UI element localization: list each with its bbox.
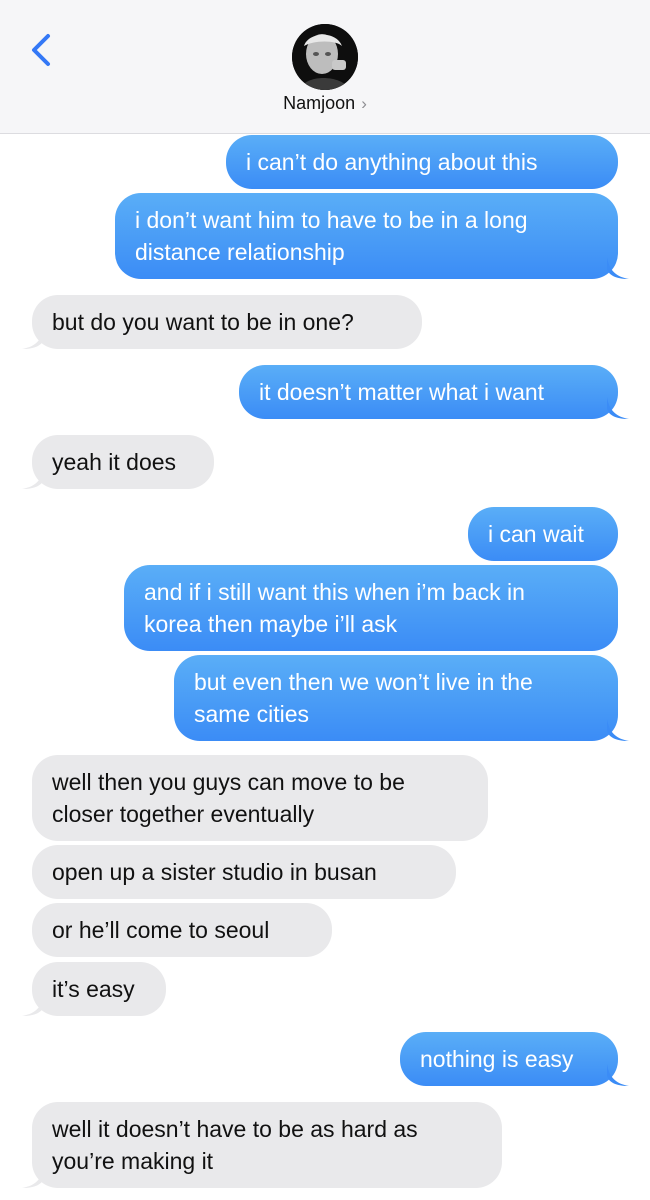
message-bubble[interactable]: it doesn’t matter what i want	[239, 365, 618, 419]
bubble-tail	[22, 994, 44, 1016]
bubble-tail	[22, 327, 44, 349]
message-thread[interactable]: i can’t do anything about this i don’t w…	[0, 133, 650, 1200]
message-bubble[interactable]: well it doesn’t have to be as hard as yo…	[32, 1102, 502, 1188]
bubble-tail	[22, 1166, 44, 1188]
message-bubble[interactable]: i can’t do anything about this	[226, 135, 618, 189]
back-button[interactable]	[24, 30, 60, 70]
bubble-tail	[607, 257, 629, 279]
message-bubble[interactable]: but do you want to be in one?	[32, 295, 422, 349]
bubble-tail	[607, 1064, 629, 1086]
message-bubble[interactable]: or he’ll come to seoul	[32, 903, 332, 957]
message-bubble[interactable]: and if i still want this when i’m back i…	[124, 565, 618, 651]
contact-avatar[interactable]	[292, 24, 358, 90]
message-bubble[interactable]: open up a sister studio in busan	[32, 845, 456, 899]
chevron-left-icon	[32, 34, 50, 66]
chevron-right-icon: ›	[361, 94, 367, 113]
contact-name: Namjoon	[283, 93, 356, 113]
message-bubble[interactable]: i can wait	[468, 507, 618, 561]
bubble-tail	[607, 397, 629, 419]
bubble-tail	[22, 467, 44, 489]
message-bubble[interactable]: well then you guys can move to be closer…	[32, 755, 488, 841]
message-bubble[interactable]: nothing is easy	[400, 1032, 618, 1086]
conversation-header: Namjoon ›	[0, 0, 650, 134]
avatar-photo	[292, 24, 358, 90]
message-bubble[interactable]: it’s easy	[32, 962, 166, 1016]
contact-name-button[interactable]: Namjoon ›	[0, 93, 650, 114]
message-bubble[interactable]: i don’t want him to have to be in a long…	[115, 193, 618, 279]
message-bubble[interactable]: but even then we won’t live in the same …	[174, 655, 618, 741]
message-bubble[interactable]: yeah it does	[32, 435, 214, 489]
bubble-tail	[607, 719, 629, 741]
